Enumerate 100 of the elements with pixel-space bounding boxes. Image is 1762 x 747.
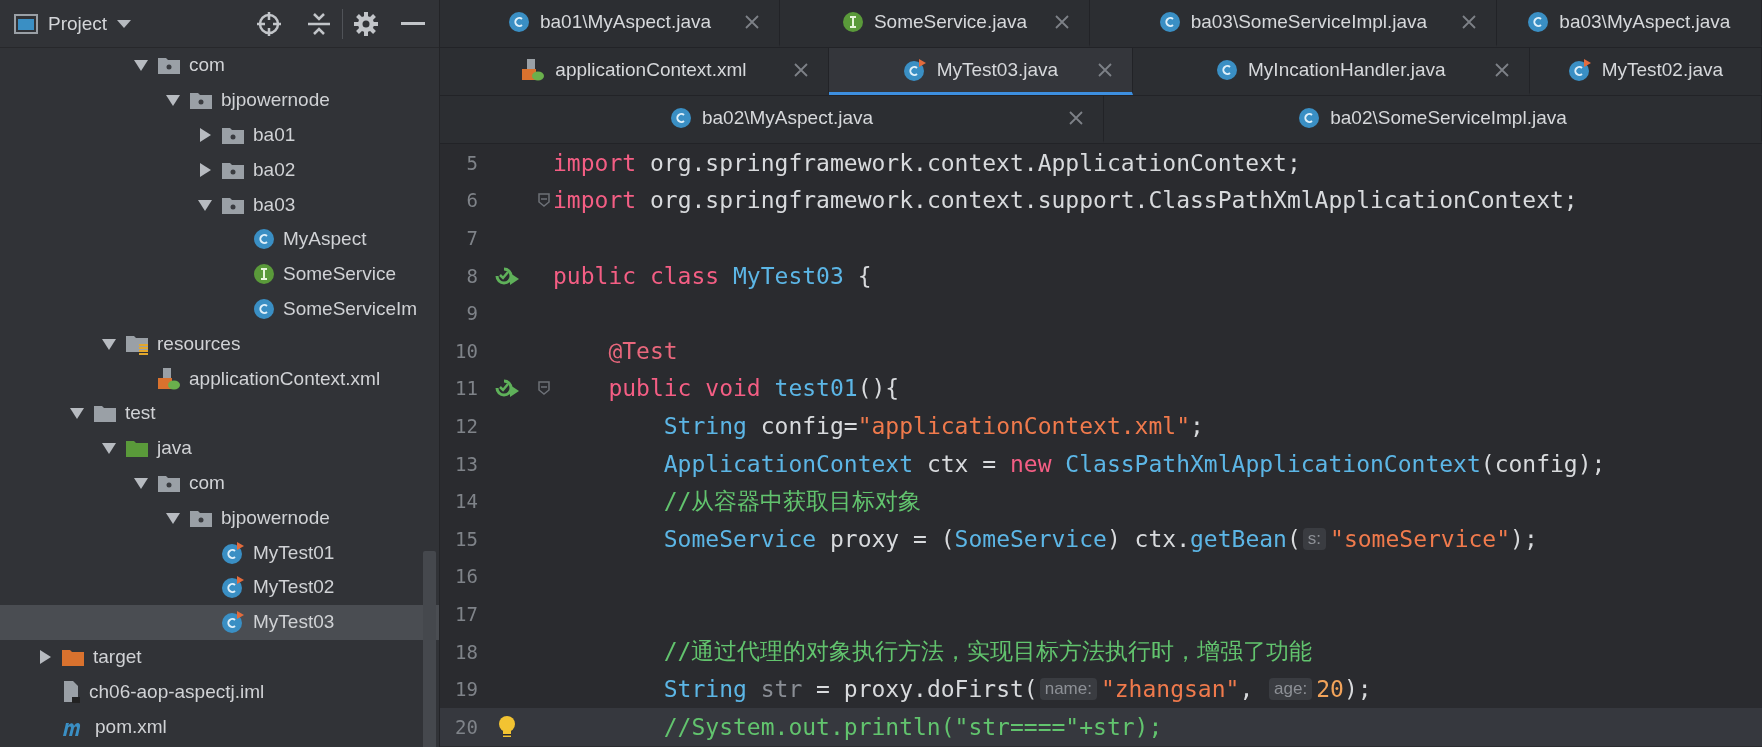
code-line: //通过代理的对象执行方法，实现目标方法执行时，增强了功能 xyxy=(662,637,1313,666)
file-icon xyxy=(61,679,81,704)
interface-icon xyxy=(841,11,864,33)
class-icon xyxy=(507,11,530,33)
tree-item[interactable]: test xyxy=(0,395,439,431)
scrollbar-thumb[interactable] xyxy=(423,551,436,747)
class-icon xyxy=(1527,11,1550,33)
line-number: 10 xyxy=(454,339,478,362)
xml-file-icon xyxy=(521,58,546,82)
editor-tab[interactable]: ba01\MyAspect.java xyxy=(440,0,780,47)
tree-item[interactable]: ba02 xyxy=(0,152,439,188)
class-icon xyxy=(669,107,692,129)
tree-item[interactable]: com xyxy=(0,48,439,83)
window-icon xyxy=(14,12,38,35)
close-icon[interactable] xyxy=(1461,15,1476,29)
test-class-icon xyxy=(221,575,245,600)
line-number: 14 xyxy=(454,490,478,513)
package-icon xyxy=(157,55,181,76)
close-icon[interactable] xyxy=(1055,15,1070,29)
class-icon xyxy=(253,297,275,320)
code-line: String str = proxy.doFirst( name: "zhangsan", age: 20); xyxy=(662,676,1372,703)
line-number: 5 xyxy=(465,151,478,174)
tree-item[interactable]: MyTest01 xyxy=(0,535,439,570)
collapse-all-icon[interactable] xyxy=(306,10,332,37)
code-line: String config="applicationContext.xml"; xyxy=(662,412,1204,439)
package-icon xyxy=(221,125,245,145)
editor-tab[interactable]: SomeService.java xyxy=(779,0,1091,47)
code-line: ApplicationContext ctx = new ClassPathXmlApplicationContext(config); xyxy=(662,450,1606,477)
dropdown-caret-icon[interactable] xyxy=(117,18,132,29)
run-icon[interactable] xyxy=(493,377,520,400)
line-number: 16 xyxy=(454,565,478,588)
lightbulb-icon[interactable] xyxy=(497,714,516,739)
line-number: 19 xyxy=(454,678,478,701)
class-icon xyxy=(1216,59,1239,81)
close-icon[interactable] xyxy=(793,63,808,77)
folder-icon xyxy=(125,438,149,459)
editor-tab[interactable]: ba02\MyAspect.java xyxy=(440,96,1104,143)
interface-icon xyxy=(253,263,275,286)
tree-item[interactable]: MyTest02 xyxy=(0,569,439,605)
line-number: 17 xyxy=(454,602,478,625)
line-number: 12 xyxy=(454,414,478,437)
locate-icon[interactable] xyxy=(256,10,282,37)
close-icon[interactable] xyxy=(1097,63,1112,77)
editor-tab[interactable]: MyTest02.java xyxy=(1529,48,1762,95)
package-icon xyxy=(189,90,213,111)
line-number: 13 xyxy=(454,452,478,475)
line-number: 20 xyxy=(454,715,478,738)
tree-item[interactable]: pom.xml xyxy=(0,709,439,744)
close-icon[interactable] xyxy=(1494,63,1509,77)
expand-arrow-icon[interactable] xyxy=(197,127,213,143)
class-icon xyxy=(253,228,275,251)
line-number: 7 xyxy=(465,227,478,249)
editor-tab[interactable]: MyTest03.java xyxy=(828,48,1133,95)
editor-tab[interactable]: ba02\SomeServiceImpl.java xyxy=(1104,96,1762,143)
line-number: 18 xyxy=(454,640,478,663)
folder-icon xyxy=(93,403,117,424)
tree-item[interactable]: bjpowernode xyxy=(0,82,439,118)
code-line: SomeService proxy = (SomeService) ctx.getBean( s: "someService"); xyxy=(662,525,1538,552)
line-number: 8 xyxy=(465,264,478,287)
code-line: @Test xyxy=(607,337,678,364)
code-line: //System.out.println("str===="+str); xyxy=(662,713,1163,740)
expand-arrow-icon[interactable] xyxy=(37,648,53,665)
fold-icon[interactable] xyxy=(538,193,550,208)
line-number: 15 xyxy=(454,527,478,550)
tree-item[interactable]: SomeService xyxy=(0,256,439,292)
class-icon xyxy=(1158,11,1181,33)
test-class-icon xyxy=(902,58,927,82)
code-line: public class MyTest03 { xyxy=(553,262,872,289)
editor-tab[interactable]: applicationContext.xml xyxy=(440,48,829,95)
fold-icon[interactable] xyxy=(538,381,550,396)
tree-item[interactable]: ch06-aop-aspectj.iml xyxy=(0,674,439,710)
tree-item[interactable]: MyTest03 xyxy=(0,604,439,640)
test-class-icon xyxy=(221,610,245,635)
line-number: 6 xyxy=(465,189,478,212)
tree-item[interactable]: java xyxy=(0,430,439,466)
settings-icon[interactable] xyxy=(353,10,379,37)
tree-item[interactable]: SomeServiceIm xyxy=(0,291,439,327)
minimize-icon[interactable] xyxy=(401,21,425,26)
test-class-icon xyxy=(221,540,245,565)
editor-tab[interactable]: ba03\SomeServiceImpl.java xyxy=(1090,0,1497,47)
class-icon xyxy=(1298,107,1321,129)
close-icon[interactable] xyxy=(744,15,759,29)
expand-arrow-icon[interactable] xyxy=(197,161,213,178)
tree-item[interactable]: resources xyxy=(0,326,439,362)
editor-tab[interactable]: ba03\MyAspect.java xyxy=(1496,0,1762,47)
tree-item[interactable]: target xyxy=(0,639,439,675)
code-line: public void test01(){ xyxy=(607,375,900,402)
xml-file-icon xyxy=(157,366,181,391)
editor-tab[interactable]: MyIncationHandler.java xyxy=(1132,48,1530,95)
line-number: 9 xyxy=(465,302,478,325)
tree-item[interactable]: ba03 xyxy=(0,187,439,222)
tree-item[interactable]: MyAspect xyxy=(0,222,439,257)
panel-title[interactable]: Project xyxy=(48,12,108,35)
tree-item[interactable]: bjpowernode xyxy=(0,500,439,536)
tree-item[interactable]: applicationContext.xml xyxy=(0,361,439,396)
line-number: 11 xyxy=(454,377,478,400)
test-class-icon xyxy=(1567,58,1592,82)
tree-item[interactable]: com xyxy=(0,465,439,501)
close-icon[interactable] xyxy=(1069,111,1083,125)
tree-item[interactable]: ba01 xyxy=(0,117,439,153)
